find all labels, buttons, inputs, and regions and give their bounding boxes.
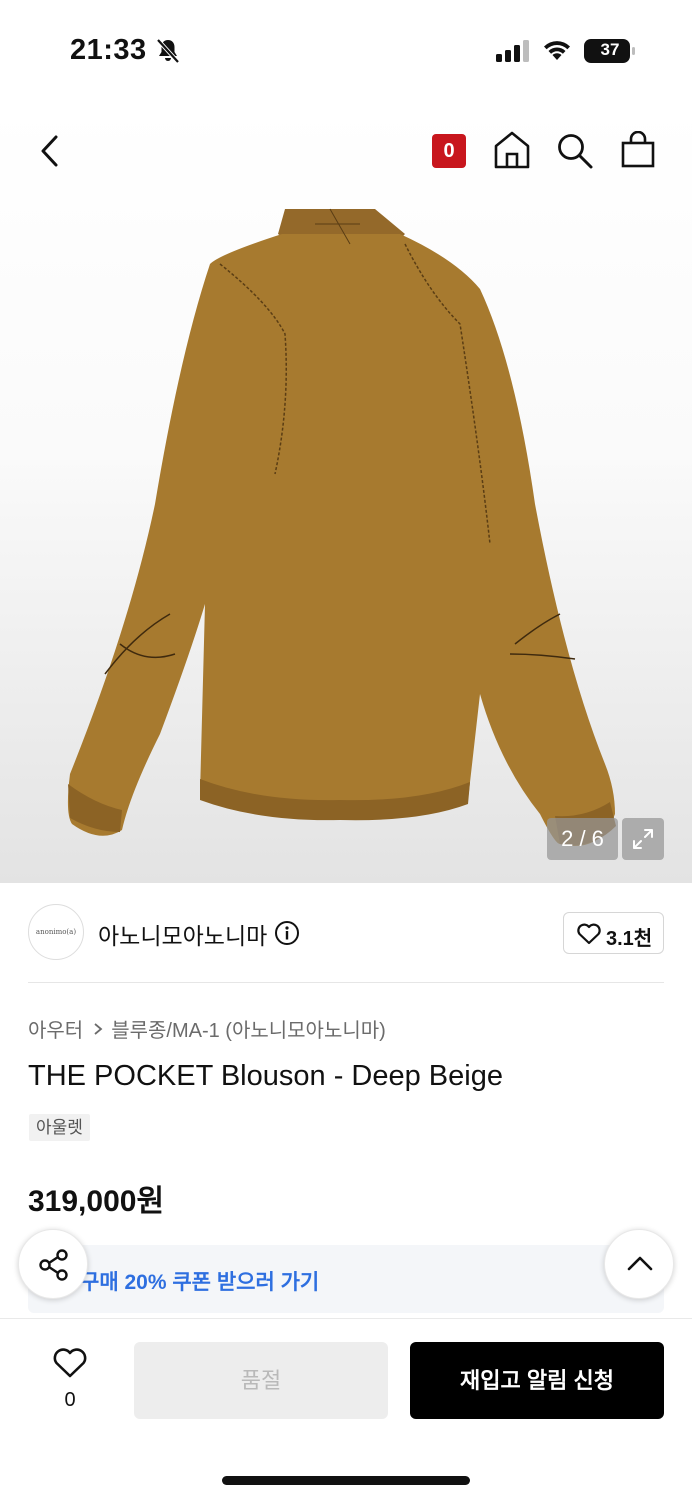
product-image-gallery[interactable]: 0 2 / 6 bbox=[0, 104, 692, 883]
breadcrumb-category[interactable]: 아우터 bbox=[28, 1014, 83, 1043]
wishlist-count: 0 bbox=[64, 1389, 76, 1411]
coupon-text: 구매 20% 쿠폰 받으러 가기 bbox=[80, 1271, 320, 1294]
breadcrumb: 아우터 블루종/MA-1 (아노니모아노니마) bbox=[28, 1014, 386, 1043]
product-price: 319,000원 bbox=[28, 1185, 165, 1218]
battery-level: 37 bbox=[600, 40, 620, 59]
home-indicator bbox=[222, 1476, 470, 1485]
outlet-tag: 아울렛 bbox=[29, 1114, 90, 1141]
expand-icon bbox=[633, 829, 653, 849]
wishlist-heart-icon[interactable] bbox=[52, 1347, 88, 1379]
signal-icon bbox=[496, 40, 529, 62]
scroll-to-top-button[interactable] bbox=[604, 1229, 674, 1299]
bottom-action-bar: 0 품절 재입고 알림 신청 bbox=[0, 1318, 692, 1500]
info-icon[interactable] bbox=[274, 920, 300, 946]
product-jacket-image[interactable] bbox=[60, 204, 620, 854]
brand-name[interactable]: 아노니모아노니마 bbox=[98, 917, 267, 951]
brand-logo[interactable]: anonimo(a) bbox=[28, 904, 84, 960]
chevron-right-icon bbox=[94, 1022, 103, 1035]
brand-like-count: 3.1천 bbox=[606, 928, 653, 950]
status-bar: 21:33 37 bbox=[0, 0, 692, 104]
heart-icon bbox=[577, 923, 601, 945]
coupon-banner[interactable]: 구매 20% 쿠폰 받으러 가기 bbox=[28, 1245, 664, 1313]
chevron-up-icon bbox=[627, 1256, 653, 1271]
restock-alert-button[interactable]: 재입고 알림 신청 bbox=[410, 1342, 664, 1419]
status-time: 21:33 bbox=[70, 34, 147, 66]
bell-muted-icon bbox=[156, 38, 180, 64]
shopping-bag-icon[interactable] bbox=[620, 131, 656, 169]
share-icon bbox=[39, 1249, 68, 1281]
breadcrumb-subcategory[interactable]: 블루종/MA-1 (아노니모아노니마) bbox=[111, 1014, 386, 1043]
soldout-button: 품절 bbox=[134, 1342, 388, 1419]
wifi-icon bbox=[544, 41, 570, 60]
search-icon[interactable] bbox=[556, 132, 594, 170]
share-button[interactable] bbox=[18, 1229, 88, 1299]
image-counter: 2 / 6 bbox=[547, 818, 618, 860]
home-icon[interactable] bbox=[493, 130, 531, 170]
brand-like-button[interactable]: 3.1천 bbox=[563, 912, 664, 954]
expand-image-button[interactable] bbox=[622, 818, 664, 860]
back-icon[interactable] bbox=[36, 134, 64, 168]
divider bbox=[28, 982, 664, 983]
cart-count-badge[interactable]: 0 bbox=[432, 134, 466, 168]
product-title: THE POCKET Blouson - Deep Beige bbox=[28, 1060, 503, 1092]
